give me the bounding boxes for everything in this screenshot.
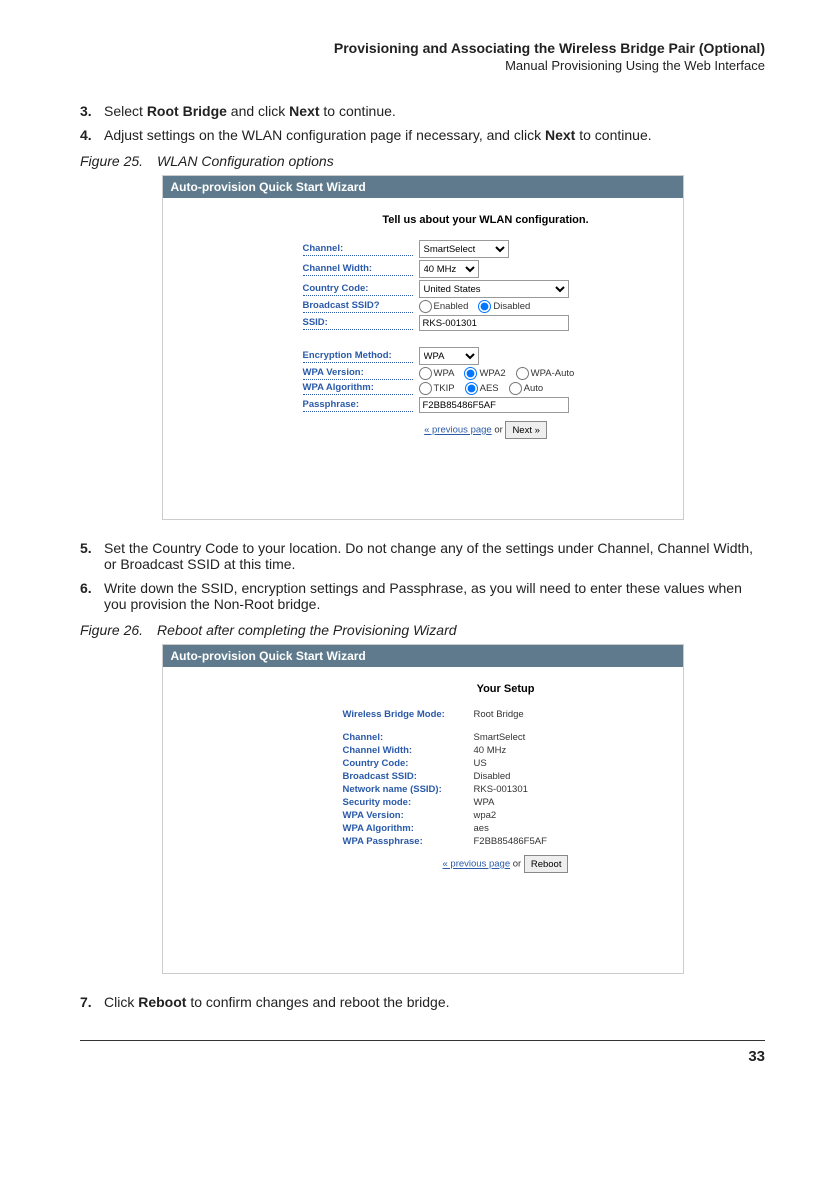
label-country: Country Code:	[343, 758, 468, 769]
label-passphrase: Passphrase:	[303, 399, 413, 412]
value-wpa-passphrase: F2BB85486F5AF	[474, 836, 547, 847]
wizard-title: Auto-provision Quick Start Wizard	[163, 645, 683, 667]
radio-disabled[interactable]: Disabled	[478, 300, 530, 313]
step-number: 5.	[80, 540, 104, 572]
radio-aes[interactable]: AES	[465, 382, 499, 395]
label-wpa-algorithm: WPA Algorithm:	[303, 382, 413, 395]
encryption-select[interactable]: WPA	[419, 347, 479, 365]
label-channel-width: Channel Width:	[303, 263, 413, 276]
header-subtitle: Manual Provisioning Using the Web Interf…	[80, 58, 765, 73]
step-3: 3. Select Root Bridge and click Next to …	[80, 103, 765, 119]
page-number: 33	[80, 1048, 765, 1065]
label-channel: Channel:	[343, 732, 468, 743]
step-4: 4. Adjust settings on the WLAN configura…	[80, 127, 765, 143]
wizard-wlan-config: Auto-provision Quick Start Wizard Tell u…	[162, 175, 684, 520]
step-number: 6.	[80, 580, 104, 612]
value-wpa-algorithm: aes	[474, 823, 489, 834]
reboot-button[interactable]: Reboot	[524, 855, 569, 873]
country-select[interactable]: United States	[419, 280, 569, 298]
figure-26-caption: Figure 26.Reboot after completing the Pr…	[80, 622, 765, 638]
radio-wpa-auto[interactable]: WPA-Auto	[516, 367, 575, 380]
step-text: Set the Country Code to your location. D…	[104, 540, 765, 572]
label-wpa-version: WPA Version:	[343, 810, 468, 821]
wizard-your-setup: Auto-provision Quick Start Wizard Your S…	[162, 644, 684, 974]
wizard-title: Auto-provision Quick Start Wizard	[163, 176, 683, 198]
label-channel: Channel:	[303, 243, 413, 256]
value-bridge-mode: Root Bridge	[474, 709, 524, 720]
step-text: Select Root Bridge and click Next to con…	[104, 103, 765, 119]
radio-tkip[interactable]: TKIP	[419, 382, 455, 395]
figure-25-caption: Figure 25.WLAN Configuration options	[80, 153, 765, 169]
label-network-name: Network name (SSID):	[343, 784, 468, 795]
step-text: Click Reboot to confirm changes and rebo…	[104, 994, 765, 1010]
value-network-name: RKS-001301	[474, 784, 528, 795]
wizard-nav: « previous page or Reboot	[343, 855, 669, 873]
ssid-input[interactable]	[419, 315, 569, 331]
value-country: US	[474, 758, 487, 769]
next-button[interactable]: Next »	[505, 421, 546, 439]
step-text: Adjust settings on the WLAN configuratio…	[104, 127, 765, 143]
wizard-nav: « previous page or Next »	[303, 421, 669, 439]
step-5: 5. Set the Country Code to your location…	[80, 540, 765, 572]
value-channel: SmartSelect	[474, 732, 526, 743]
value-channel-width: 40 MHz	[474, 745, 507, 756]
step-text: Write down the SSID, encryption settings…	[104, 580, 765, 612]
previous-page-link[interactable]: « previous page	[424, 425, 492, 436]
label-bridge-mode: Wireless Bridge Mode:	[343, 709, 468, 720]
value-broadcast-ssid: Disabled	[474, 771, 511, 782]
radio-auto[interactable]: Auto	[509, 382, 544, 395]
label-encryption: Encryption Method:	[303, 350, 413, 363]
label-country: Country Code:	[303, 283, 413, 296]
label-broadcast-ssid: Broadcast SSID?	[303, 300, 413, 313]
header-title: Provisioning and Associating the Wireles…	[80, 40, 765, 56]
label-ssid: SSID:	[303, 317, 413, 330]
radio-wpa2[interactable]: WPA2	[464, 367, 505, 380]
value-wpa-version: wpa2	[474, 810, 497, 821]
label-wpa-algorithm: WPA Algorithm:	[343, 823, 468, 834]
footer-rule	[80, 1040, 765, 1041]
step-7: 7. Click Reboot to confirm changes and r…	[80, 994, 765, 1010]
channel-select[interactable]: SmartSelect	[419, 240, 509, 258]
wizard-heading: Your Setup	[343, 683, 669, 695]
wizard-heading: Tell us about your WLAN configuration.	[303, 214, 669, 226]
label-channel-width: Channel Width:	[343, 745, 468, 756]
step-number: 7.	[80, 994, 104, 1010]
channel-width-select[interactable]: 40 MHz	[419, 260, 479, 278]
step-6: 6. Write down the SSID, encryption setti…	[80, 580, 765, 612]
previous-page-link[interactable]: « previous page	[443, 859, 511, 870]
passphrase-input[interactable]	[419, 397, 569, 413]
radio-wpa[interactable]: WPA	[419, 367, 455, 380]
value-security-mode: WPA	[474, 797, 495, 808]
label-wpa-version: WPA Version:	[303, 367, 413, 380]
step-number: 4.	[80, 127, 104, 143]
label-broadcast-ssid: Broadcast SSID:	[343, 771, 468, 782]
radio-enabled[interactable]: Enabled	[419, 300, 469, 313]
label-wpa-passphrase: WPA Passphrase:	[343, 836, 468, 847]
step-number: 3.	[80, 103, 104, 119]
page-header: Provisioning and Associating the Wireles…	[80, 40, 765, 73]
label-security-mode: Security mode:	[343, 797, 468, 808]
